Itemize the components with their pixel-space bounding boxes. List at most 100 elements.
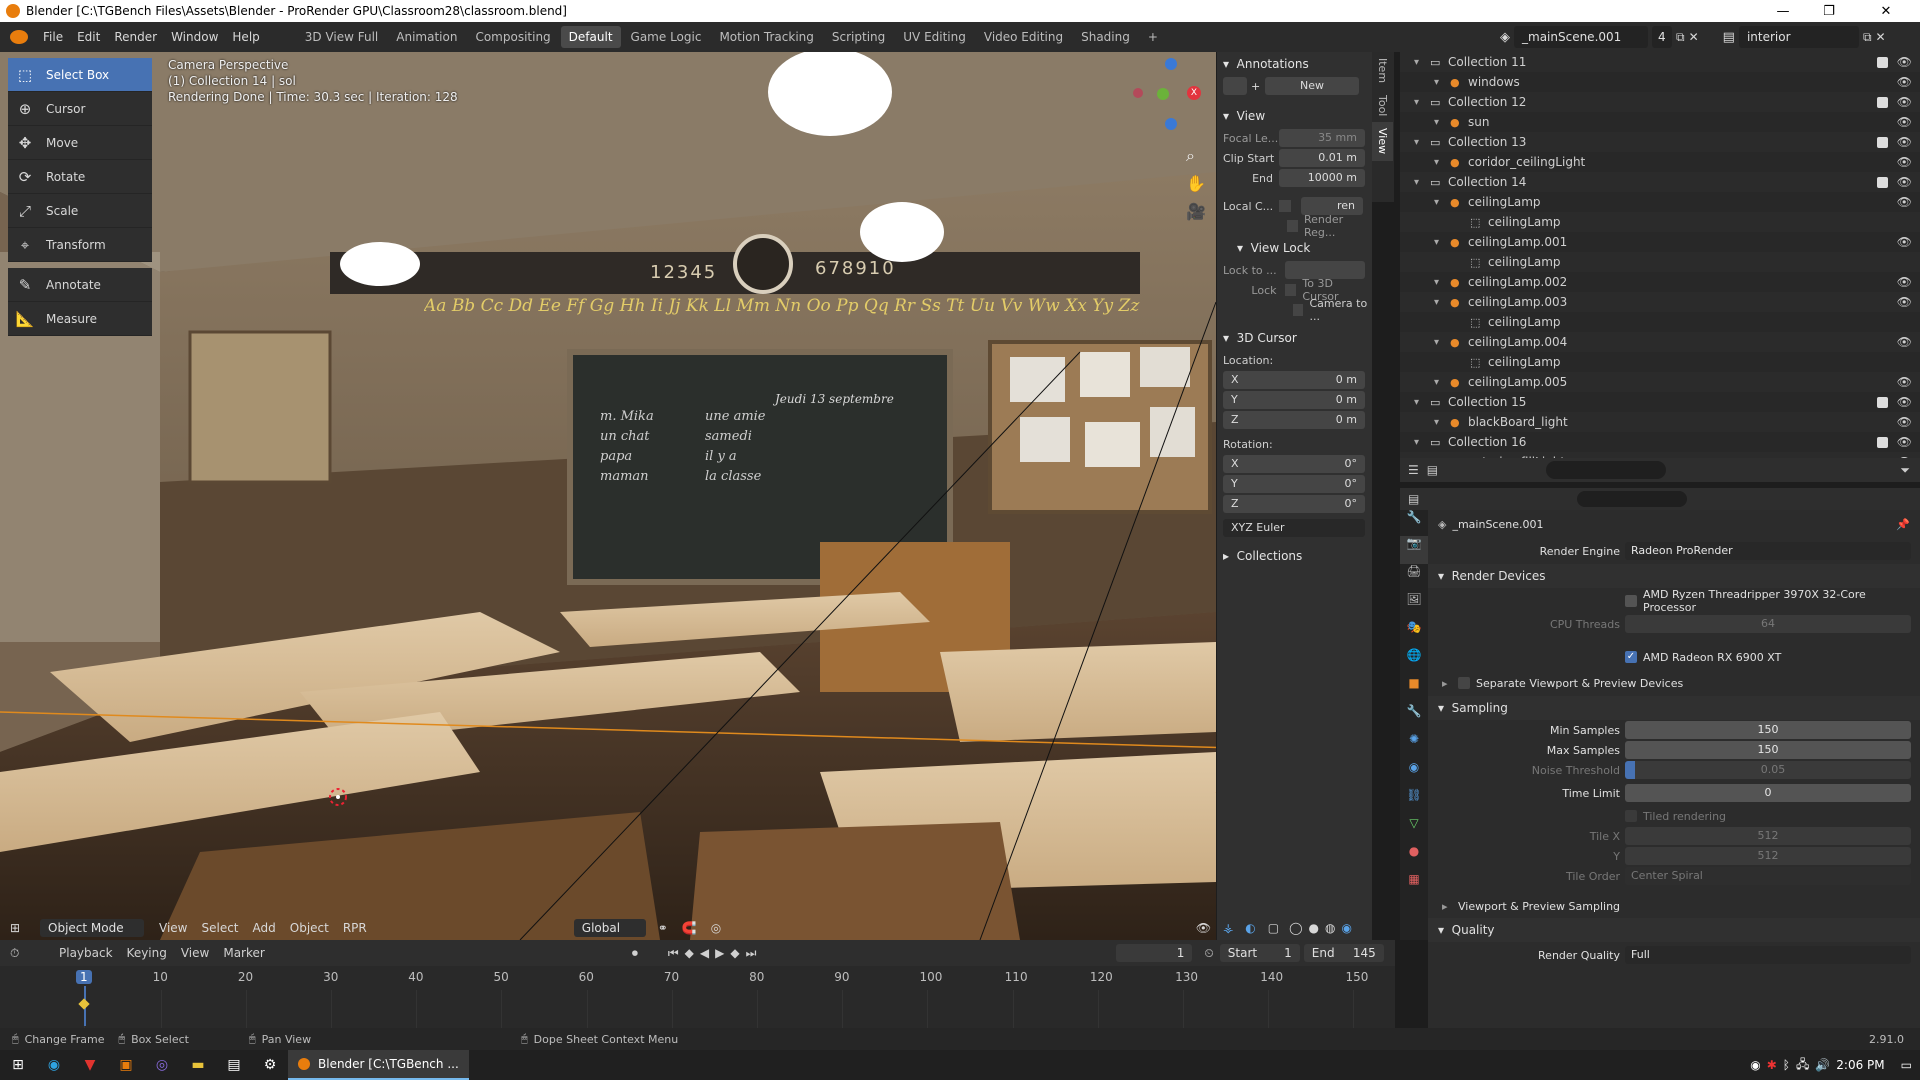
modifier-tab-icon[interactable]: 🔧 [1400,704,1428,732]
wireframe-shading-icon[interactable]: ◯ [1289,921,1302,935]
blender-menu-icon[interactable] [10,30,28,44]
cursor-rotation-y[interactable]: Y 0° [1223,475,1365,493]
rotation-mode-dropdown[interactable]: XYZ Euler [1223,519,1365,537]
xray-icon[interactable]: ▢ [1268,921,1279,935]
settings-icon[interactable]: ⚙ [252,1050,288,1080]
data-tab-icon[interactable]: ▽ [1400,816,1428,844]
outliner-row[interactable]: ▾ ● ceilingLamp.002 👁 [1400,272,1920,292]
visibility-eye-icon[interactable]: 👁 [1897,75,1912,89]
close-button[interactable]: ✕ [1852,0,1920,22]
tray-chrome-icon[interactable]: ◉ [1750,1058,1760,1072]
tab-default[interactable]: Default [560,26,621,48]
editor-type-icon[interactable]: ▤ [1427,463,1438,477]
visibility-eye-icon[interactable]: 👁 [1897,175,1912,189]
render-engine-dropdown[interactable]: Radeon ProRender [1625,542,1911,560]
cpu-device-checkbox[interactable] [1625,595,1637,607]
filter-icon[interactable]: ⏷ [1900,463,1910,478]
focal-length-field[interactable]: 35 mm [1279,129,1365,147]
visibility-eye-icon[interactable]: 👁 [1897,415,1912,429]
viewport-menu-object[interactable]: Object [283,917,336,939]
pin-icon[interactable]: 📌 [1896,518,1910,531]
exclude-checkbox[interactable] [1877,56,1888,68]
view-layer-tab-icon[interactable]: 🖼 [1400,592,1428,620]
outliner-row[interactable]: ⬚ ceilingLamp [1400,212,1920,232]
keyframe-diamond[interactable] [78,998,90,1010]
local-camera-checkbox[interactable] [1279,200,1291,212]
minimize-button[interactable]: — [1760,0,1806,22]
visibility-eye-icon[interactable]: 👁 [1897,395,1912,409]
pan-hand-icon[interactable]: ✋ [1186,174,1206,193]
outliner-row[interactable]: ⬚ ceilingLamp [1400,252,1920,272]
exclude-checkbox[interactable] [1877,96,1888,108]
tab-shading[interactable]: Shading [1073,26,1138,48]
expand-arrow-icon[interactable]: ▾ [1414,137,1419,148]
cursor-location-x[interactable]: X0 m [1223,371,1365,389]
separate-devices-label[interactable]: Separate Viewport & Preview Devices [1476,677,1683,690]
expand-arrow-icon[interactable]: ▾ [1414,437,1419,448]
play-reverse-icon[interactable]: ◀ [700,946,709,960]
3d-cursor-header[interactable]: ▾ 3D Cursor [1217,326,1372,350]
visibility-icon[interactable]: 👁 [1196,921,1211,935]
render-quality-dropdown[interactable]: Full [1625,946,1911,964]
outliner-row[interactable]: ▾ ▭ Collection 16 👁 [1400,432,1920,452]
new-scene-icon[interactable]: ⧉ [1676,30,1685,45]
menu-help[interactable]: Help [225,26,266,48]
snap-icon[interactable]: 🧲 [682,921,697,935]
cursor-location-z[interactable]: Z0 m [1223,411,1365,429]
expand-arrow-icon[interactable]: ▾ [1434,117,1439,128]
cursor-rotation-x[interactable]: X 0° [1223,455,1365,473]
visibility-eye-icon[interactable]: 👁 [1897,435,1912,449]
sidebar-tab-item[interactable]: Item [1372,52,1393,89]
annotations-header[interactable]: ▾ Annotations [1217,52,1372,76]
exclude-checkbox[interactable] [1877,436,1888,448]
visibility-eye-icon[interactable]: 👁 [1897,115,1912,129]
world-tab-icon[interactable]: 🌐 [1400,648,1428,676]
tray-volume-icon[interactable]: 🔊 [1815,1058,1830,1072]
sidebar-tab-tool[interactable]: Tool [1372,89,1393,122]
menu-edit[interactable]: Edit [70,26,107,48]
viewport-sampling-header[interactable]: Viewport & Preview Sampling [1458,900,1620,913]
camera-to-view-checkbox[interactable] [1293,304,1304,316]
outliner-row[interactable]: ▾ ● ceilingLamp.005 👁 [1400,372,1920,392]
physics-tab-icon[interactable]: ◉ [1400,760,1428,788]
scene-name-field[interactable]: _mainScene.001 [1514,26,1648,48]
tile-y-field[interactable]: 512 [1625,847,1911,865]
app-icon[interactable]: ▣ [108,1050,144,1080]
3d-viewport[interactable]: Camera Perspective (1) Collection 14 | s… [0,52,1372,940]
notifications-icon[interactable]: ▭ [1901,1058,1912,1072]
visibility-eye-icon[interactable]: 👁 [1897,55,1912,69]
outliner-row[interactable]: ⬚ ceilingLamp [1400,312,1920,332]
material-shading-icon[interactable]: ◍ [1325,921,1335,935]
vivaldi-icon[interactable]: ▼ [72,1050,108,1080]
outliner-row[interactable]: ▾ ● ceilingLamp.004 👁 [1400,332,1920,352]
outliner-row[interactable]: ▾ ▭ Collection 13 👁 [1400,132,1920,152]
visibility-eye-icon[interactable]: 👁 [1897,155,1912,169]
delete-scene-icon[interactable]: ✕ [1689,30,1699,44]
min-samples-field[interactable]: 150 [1625,721,1911,739]
outliner-row[interactable]: ▾ ● blackBoard_light 👁 [1400,412,1920,432]
viewport-menu-add[interactable]: Add [246,917,283,939]
expand-arrow-icon[interactable]: ▾ [1434,237,1439,248]
outliner-row[interactable]: ▾ ● windows 👁 [1400,72,1920,92]
terminal-icon[interactable]: ▤ [216,1050,252,1080]
view-layer-field[interactable]: interior [1738,26,1859,48]
properties-search-input[interactable] [1577,491,1688,507]
tool-tab-icon[interactable]: 🔧 [1400,510,1428,536]
jump-end-icon[interactable]: ⏭ [746,946,757,961]
cpu-threads-field[interactable]: 64 [1625,615,1911,633]
sidebar-tab-view[interactable]: View [1372,122,1393,161]
outliner-row[interactable]: ▾ ▭ Collection 12 👁 [1400,92,1920,112]
exclude-checkbox[interactable] [1877,136,1888,148]
clip-start-field[interactable]: 0.01 m [1279,149,1365,167]
expand-arrow-icon[interactable]: ▾ [1434,297,1439,308]
pivot-icon[interactable]: ⚭ [658,921,668,935]
visibility-eye-icon[interactable]: 👁 [1897,235,1912,249]
camera-view-icon[interactable]: 🎥 [1186,202,1206,221]
visibility-eye-icon[interactable]: 👁 [1897,375,1912,389]
constraints-tab-icon[interactable]: ⛓ [1400,788,1428,816]
timeline-menu-marker[interactable]: Marker [216,942,271,964]
cursor-location-y[interactable]: Y0 m [1223,391,1365,409]
taskbar-blender-button[interactable]: Blender [C:\TGBench ... [288,1050,469,1080]
view-header[interactable]: ▾ View [1217,104,1372,128]
expand-arrow-icon[interactable]: ▾ [1434,417,1439,428]
